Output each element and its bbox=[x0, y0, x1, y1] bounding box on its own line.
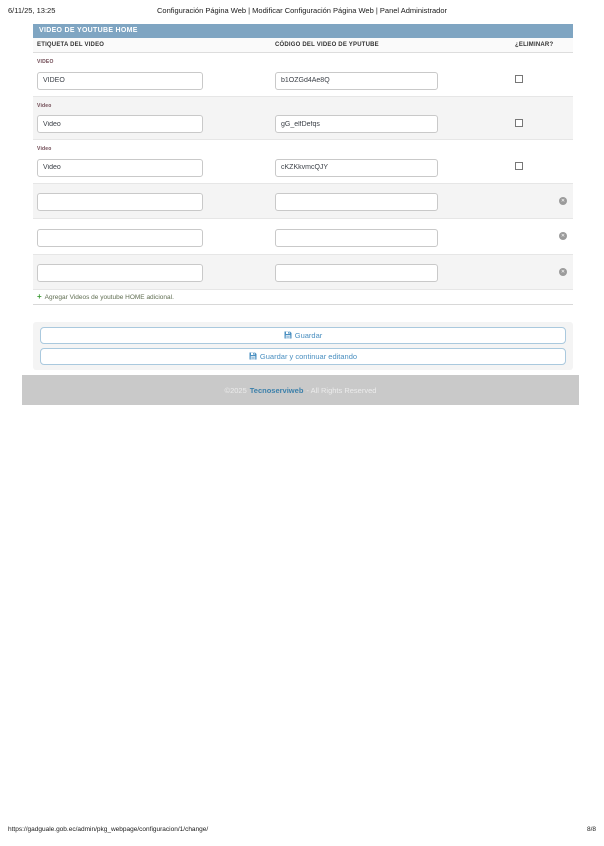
save-button[interactable]: Guardar bbox=[40, 327, 566, 344]
site-footer: ©2025 Tecnoserviweb - All Rights Reserve… bbox=[22, 375, 579, 405]
print-header: 6/11/25, 13:25 Configuración Página Web … bbox=[0, 6, 604, 18]
field-label: VIDEO bbox=[37, 59, 569, 65]
codigo-input[interactable] bbox=[275, 264, 438, 282]
eliminar-checkbox[interactable] bbox=[515, 162, 523, 170]
save-icon bbox=[249, 352, 257, 362]
eliminar-checkbox[interactable] bbox=[515, 75, 523, 83]
etiqueta-input[interactable] bbox=[37, 264, 203, 282]
codigo-input[interactable] bbox=[275, 229, 438, 247]
table-row: Video bbox=[33, 96, 573, 141]
page-title: Configuración Página Web | Modificar Con… bbox=[0, 6, 604, 15]
brand-link[interactable]: Tecnoserviweb bbox=[250, 386, 304, 395]
column-header-codigo: CÓDIGO DEL VIDEO DE YPUTUBE bbox=[275, 42, 515, 48]
panel-title: VIDEO DE YOUTUBE HOME bbox=[33, 24, 573, 38]
table-row-empty bbox=[33, 183, 573, 220]
column-header-etiqueta: ETIQUETA DEL VIDEO bbox=[37, 42, 275, 48]
save-continue-button-label: Guardar y continuar editando bbox=[260, 352, 357, 361]
youtube-home-panel: VIDEO DE YOUTUBE HOME ETIQUETA DEL VIDEO… bbox=[33, 24, 573, 305]
codigo-input[interactable] bbox=[275, 159, 438, 177]
column-header-eliminar: ¿ELIMINAR? bbox=[515, 42, 569, 48]
table-row-empty bbox=[33, 254, 573, 291]
etiqueta-input[interactable] bbox=[37, 115, 203, 133]
save-icon bbox=[284, 331, 292, 341]
etiqueta-input[interactable] bbox=[37, 193, 203, 211]
field-label: Video bbox=[37, 146, 569, 152]
rights-text: - All Rights Reserved bbox=[306, 386, 376, 395]
remove-row-icon[interactable] bbox=[559, 232, 567, 240]
table-row-empty bbox=[33, 219, 573, 254]
codigo-input[interactable] bbox=[275, 115, 438, 133]
save-button-label: Guardar bbox=[295, 331, 323, 340]
codigo-input[interactable] bbox=[275, 193, 438, 211]
remove-row-icon[interactable] bbox=[559, 197, 567, 205]
save-continue-button[interactable]: Guardar y continuar editando bbox=[40, 348, 566, 365]
eliminar-checkbox[interactable] bbox=[515, 119, 523, 127]
codigo-input[interactable] bbox=[275, 72, 438, 90]
etiqueta-input[interactable] bbox=[37, 229, 203, 247]
add-row: Agregar Videos de youtube HOME adicional… bbox=[33, 290, 573, 305]
table-row: VIDEO bbox=[33, 53, 573, 96]
plus-icon bbox=[37, 293, 42, 301]
field-label: Video bbox=[37, 103, 569, 109]
table-row: Video bbox=[33, 140, 573, 183]
page-indicator: 8/8 bbox=[587, 826, 596, 833]
etiqueta-input[interactable] bbox=[37, 159, 203, 177]
submit-row: Guardar Guardar y continuar editando bbox=[33, 322, 573, 370]
add-video-link[interactable]: Agregar Videos de youtube HOME adicional… bbox=[45, 294, 174, 301]
source-url: https://gadguale.gob.ec/admin/pkg_webpag… bbox=[8, 826, 208, 833]
print-footer: https://gadguale.gob.ec/admin/pkg_webpag… bbox=[0, 826, 604, 836]
copyright-text: ©2025 bbox=[225, 386, 247, 395]
remove-row-icon[interactable] bbox=[559, 268, 567, 276]
etiqueta-input[interactable] bbox=[37, 72, 203, 90]
column-header-row: ETIQUETA DEL VIDEO CÓDIGO DEL VIDEO DE Y… bbox=[33, 38, 573, 53]
